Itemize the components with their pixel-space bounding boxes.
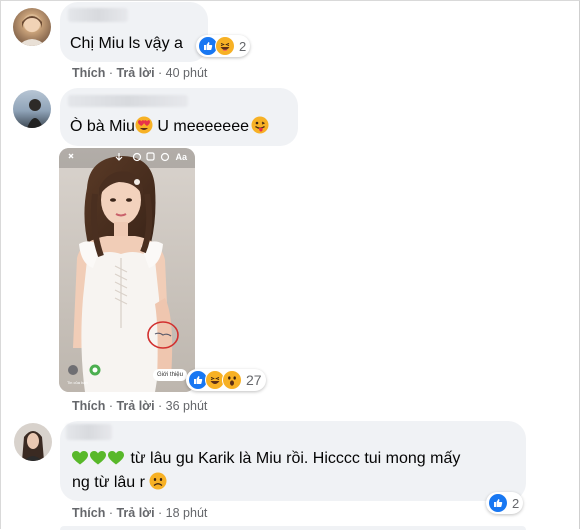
avatar-portrait — [18, 16, 46, 46]
comment-text: Ò bà Miu U meeeeeee — [70, 116, 269, 138]
reaction-count: 27 — [246, 372, 262, 388]
avatar[interactable] — [13, 8, 51, 46]
reply-button[interactable]: Trả lời — [116, 399, 154, 413]
comment-actions: Thích · Trả lời · 40 phút — [72, 66, 207, 80]
haha-icon — [215, 36, 235, 56]
reaction-summary[interactable]: 2 — [196, 35, 251, 57]
sad-face-icon — [149, 472, 167, 490]
green-heart-icon — [72, 451, 88, 465]
author-name-redacted[interactable] — [68, 95, 188, 107]
green-heart-icon — [90, 451, 106, 465]
author-name-redacted[interactable] — [66, 424, 112, 440]
svg-text:Tin của bạn: Tin của bạn — [67, 380, 88, 385]
reply-button[interactable]: Trả lời — [116, 66, 154, 80]
comment-actions: Thích · Trả lời · 36 phút — [72, 399, 207, 413]
timestamp[interactable]: 36 phút — [166, 399, 208, 413]
wow-icon — [222, 370, 242, 390]
comment-text-part: Ò bà Miu — [70, 118, 135, 135]
separator-dot: · — [158, 399, 166, 413]
like-button[interactable]: Thích — [72, 506, 105, 520]
avatar[interactable] — [13, 90, 51, 128]
photo-caption-text: Aa — [175, 152, 187, 162]
comment-text-line: ng từ lâu r — [72, 472, 167, 494]
reaction-count: 2 — [512, 495, 520, 511]
comment-bubble: Chị Miu ls vậy a — [60, 2, 208, 62]
like-button[interactable]: Thích — [72, 66, 105, 80]
green-heart-icon — [108, 451, 124, 465]
like-icon — [488, 493, 508, 513]
attached-photo[interactable]: Tin của bạn Aa Giới thiệu — [59, 148, 195, 392]
avatar[interactable] — [14, 423, 52, 461]
reaction-summary[interactable]: 27 — [186, 369, 266, 391]
timestamp[interactable]: 18 phút — [166, 506, 208, 520]
timestamp[interactable]: 40 phút — [166, 66, 208, 80]
like-button[interactable]: Thích — [72, 399, 105, 413]
comment-bubble: Ò bà Miu U meeeeeee — [60, 88, 298, 146]
comment-actions: Thích · Trả lời · 18 phút — [72, 506, 207, 520]
reaction-count: 2 — [239, 38, 247, 54]
photo-pill-button: Giới thiệu — [153, 369, 187, 381]
comment-text-line: từ lâu gu Karik là Miu rồi. Hicccc tui m… — [72, 448, 460, 470]
comment-bubble: từ lâu gu Karik là Miu rồi. Hicccc tui m… — [60, 421, 526, 501]
avatar-portrait — [27, 99, 43, 128]
tongue-face-icon — [251, 116, 269, 134]
avatar-portrait — [22, 431, 44, 461]
comment-text: Chị Miu ls vậy a — [70, 35, 183, 52]
author-name-redacted[interactable] — [68, 8, 128, 22]
separator-dot: · — [158, 66, 166, 80]
heart-eyes-icon — [135, 116, 153, 134]
reaction-summary[interactable]: 2 — [486, 492, 524, 514]
photo-content: Tin của bạn — [59, 148, 195, 392]
next-bubble-edge — [60, 526, 526, 530]
comment-text-part: từ lâu gu Karik là Miu rồi. Hicccc tui m… — [126, 450, 461, 467]
comment-text-part: ng từ lâu r — [72, 474, 150, 491]
comment-text-part: U meeeeeee — [152, 118, 249, 135]
separator-dot: · — [158, 506, 166, 520]
reply-button[interactable]: Trả lời — [116, 506, 154, 520]
